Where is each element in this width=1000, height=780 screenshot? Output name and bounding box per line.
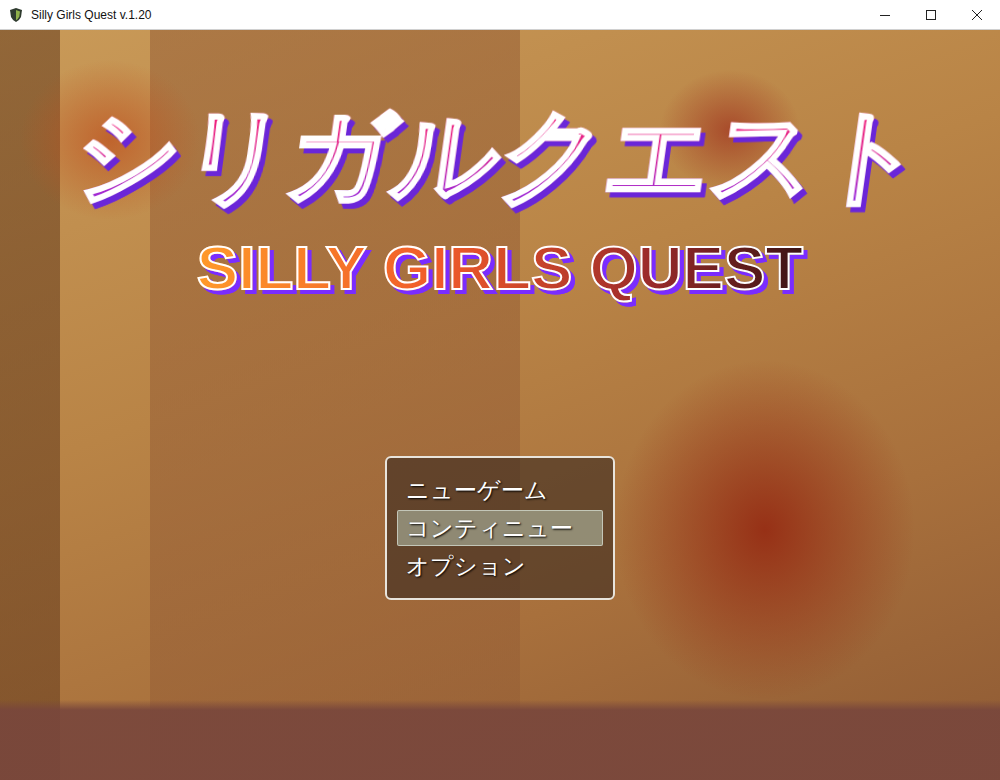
minimize-button[interactable] [862,0,908,29]
game-shield-icon [8,7,24,23]
maximize-icon [925,9,937,21]
maximize-button[interactable] [908,0,954,29]
japanese-logo: シリガルクエスト [67,88,934,223]
close-icon [971,9,983,21]
title-bar: Silly Girls Quest v.1.20 [0,0,1000,30]
window-title: Silly Girls Quest v.1.20 [31,8,151,22]
close-button[interactable] [954,0,1000,29]
game-window: Silly Girls Quest v.1.20 シリガルクエスト SILLY GI… [0,0,1000,780]
minimize-icon [879,9,891,21]
english-logo: SILLY GIRLS QUEST [197,231,803,305]
title-menu: ニューゲームコンティニューオプション [385,456,615,600]
menu-item[interactable]: コンティニュー [397,510,603,546]
menu-item[interactable]: ニューゲーム [397,472,603,508]
title-screen: シリガルクエスト SILLY GIRLS QUEST ニューゲームコンティニューオプ… [0,30,1000,780]
menu-item[interactable]: オプション [397,548,603,584]
